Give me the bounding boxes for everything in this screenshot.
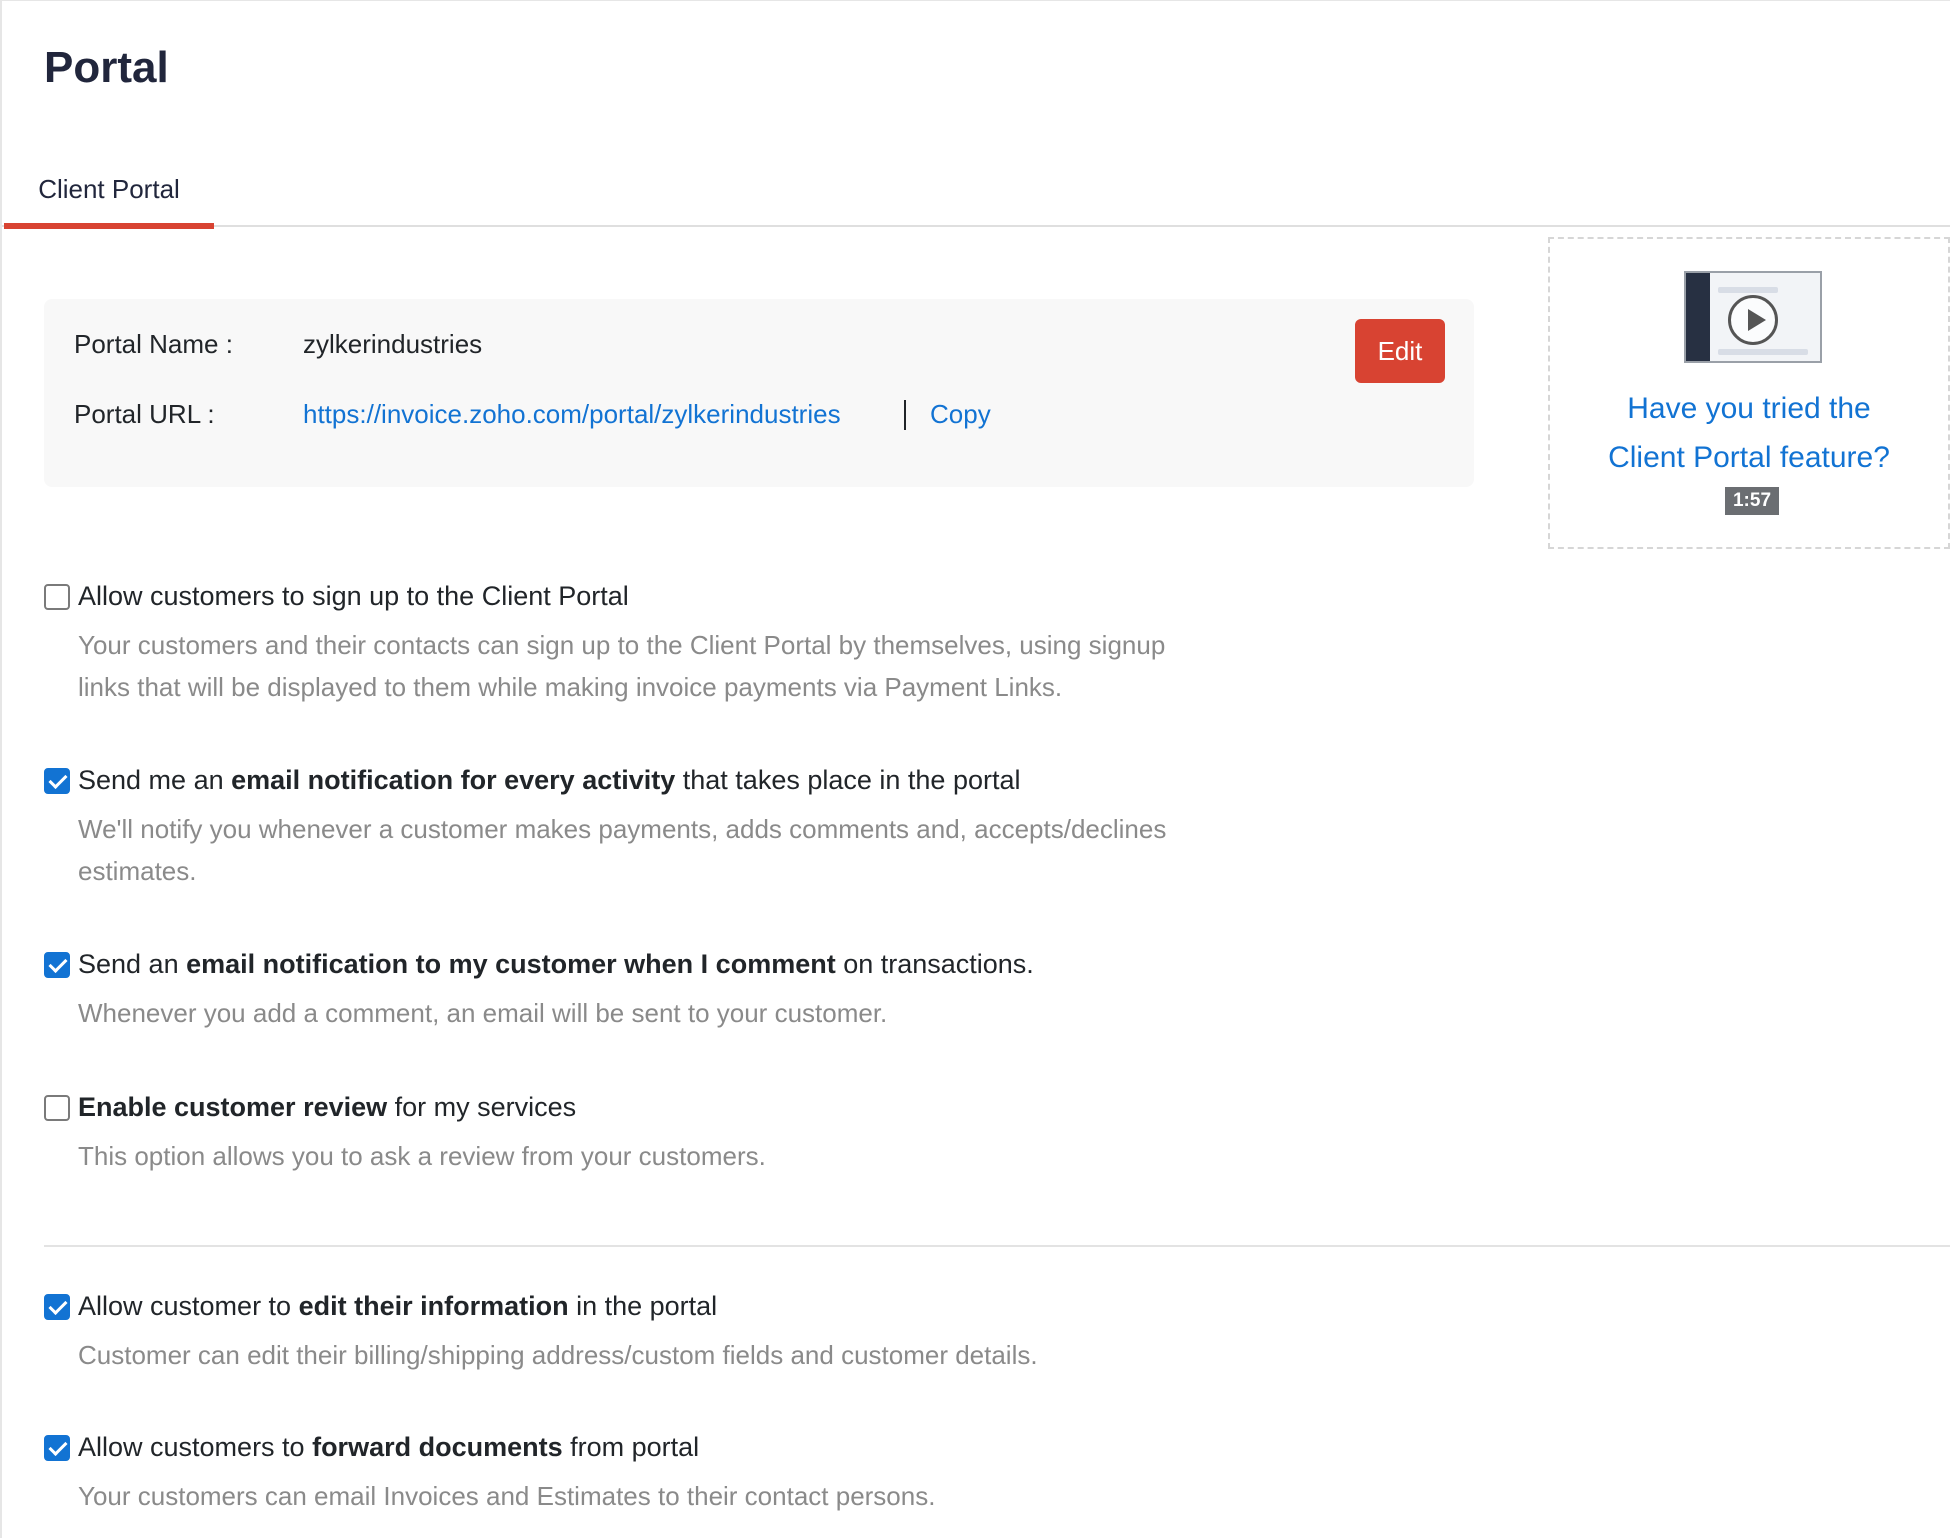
- thumbnail-line: [1718, 287, 1778, 293]
- edit-button[interactable]: Edit: [1355, 319, 1445, 383]
- video-duration-badge: 1:57: [1725, 487, 1779, 515]
- comment-email-checkbox[interactable]: [44, 951, 70, 978]
- portal-name-label: Portal Name :: [74, 329, 233, 359]
- option-description: Whenever you add a comment, an email wil…: [78, 998, 888, 1028]
- forward-documents-checkbox[interactable]: [44, 1434, 70, 1461]
- edit-information-checkbox[interactable]: [44, 1293, 70, 1320]
- video-thumbnail[interactable]: [1684, 271, 1822, 363]
- video-promo-card[interactable]: Have you tried the Client Portal feature…: [1548, 237, 1950, 549]
- option-customer-signup: Allow customers to sign up to the Client…: [44, 581, 1644, 708]
- option-forward-documents: Allow customers to forward documents fro…: [44, 1432, 1644, 1517]
- video-title-link[interactable]: Have you tried the Client Portal feature…: [1550, 384, 1948, 482]
- portal-name-value: zylkerindustries: [303, 329, 483, 359]
- portal-settings-page: Portal Client Portal Portal Name : zylke…: [0, 0, 1950, 1538]
- option-activity-email: Send me an email notification for every …: [44, 765, 1644, 892]
- option-title: Send an email notification to my custome…: [78, 949, 1034, 979]
- option-description: Your customers and their contacts can si…: [78, 630, 1166, 702]
- option-title: Send me an email notification for every …: [78, 765, 1021, 795]
- option-title: Enable customer review for my services: [78, 1092, 577, 1122]
- copy-url-link[interactable]: Copy: [930, 399, 991, 430]
- option-title: Allow customers to forward documents fro…: [78, 1432, 700, 1462]
- thumbnail-sidebar: [1686, 273, 1710, 361]
- option-description: This option allows you to ask a review f…: [78, 1141, 766, 1171]
- tab-client-portal[interactable]: Client Portal: [4, 161, 214, 229]
- option-comment-email: Send an email notification to my custome…: [44, 949, 1644, 1034]
- portal-info-panel: Portal Name : zylkerindustries Portal UR…: [44, 299, 1474, 487]
- option-title: Allow customers to sign up to the Client…: [78, 581, 629, 611]
- option-edit-information: Allow customer to edit their information…: [44, 1291, 1644, 1376]
- section-divider: [44, 1245, 1950, 1247]
- option-description: We'll notify you whenever a customer mak…: [78, 814, 1167, 886]
- signup-checkbox[interactable]: [44, 583, 70, 610]
- option-description: Your customers can email Invoices and Es…: [78, 1481, 936, 1511]
- option-customer-review: Enable customer review for my services T…: [44, 1092, 1644, 1177]
- customer-review-checkbox[interactable]: [44, 1094, 70, 1121]
- activity-email-checkbox[interactable]: [44, 767, 70, 794]
- thumbnail-line: [1718, 349, 1808, 355]
- page-title: Portal: [44, 43, 169, 92]
- portal-url-label: Portal URL :: [74, 399, 215, 429]
- tab-bar: Client Portal: [2, 161, 1950, 229]
- url-copy-separator: [904, 400, 906, 430]
- video-title-line2: Client Portal feature?: [1608, 441, 1890, 474]
- option-title: Allow customer to edit their information…: [78, 1291, 718, 1321]
- video-title-line1: Have you tried the: [1627, 392, 1871, 425]
- option-description: Customer can edit their billing/shipping…: [78, 1340, 1038, 1370]
- portal-url-link[interactable]: https://invoice.zoho.com/portal/zylkerin…: [303, 399, 841, 429]
- play-icon[interactable]: [1728, 295, 1778, 345]
